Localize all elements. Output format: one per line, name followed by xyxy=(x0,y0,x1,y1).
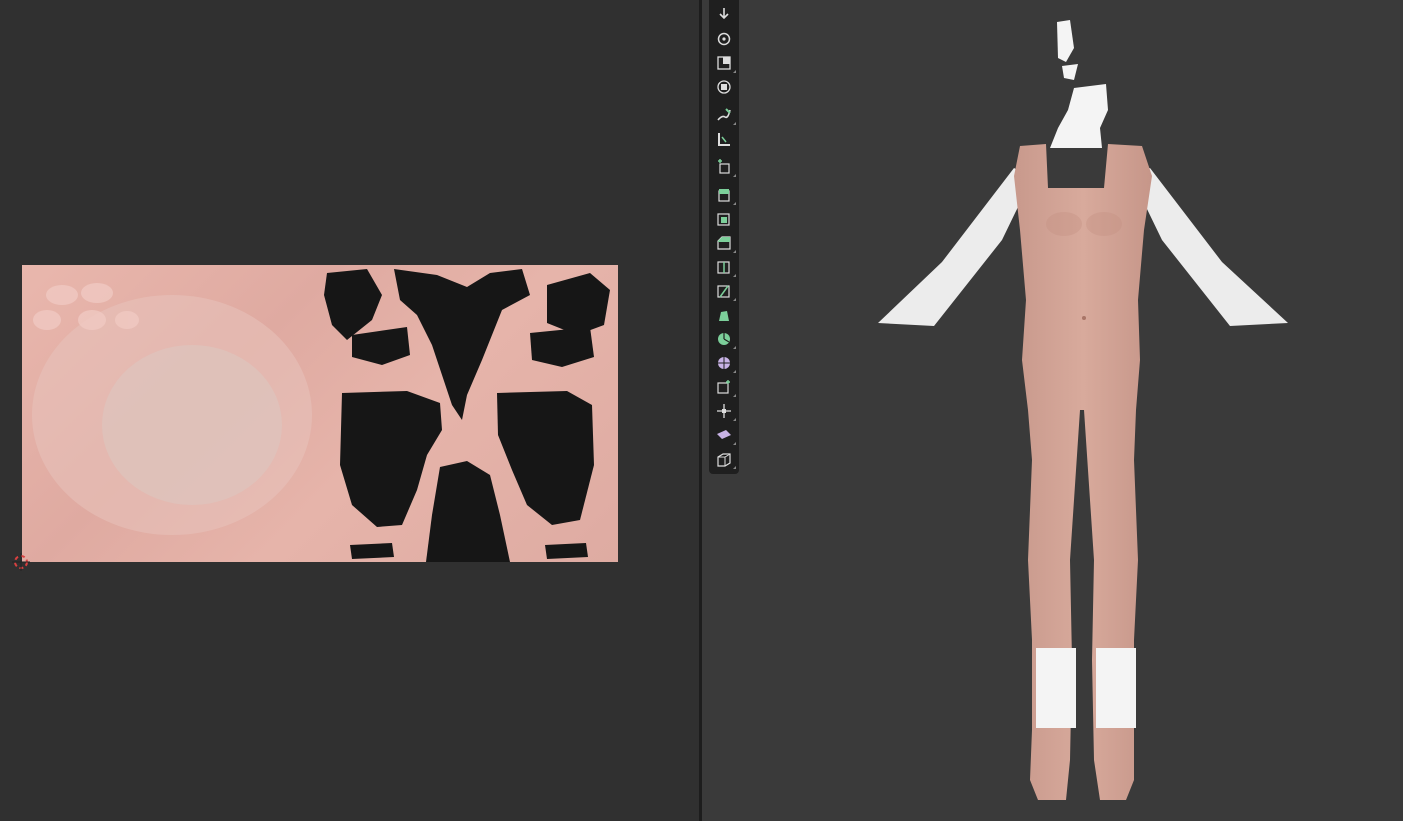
uv-editor-area[interactable] xyxy=(0,0,699,821)
3d-viewport-area[interactable] xyxy=(702,0,1403,821)
body-mesh-model[interactable] xyxy=(702,0,1403,821)
2d-cursor-icon[interactable] xyxy=(12,553,30,571)
uv-texture-image[interactable] xyxy=(22,265,618,562)
